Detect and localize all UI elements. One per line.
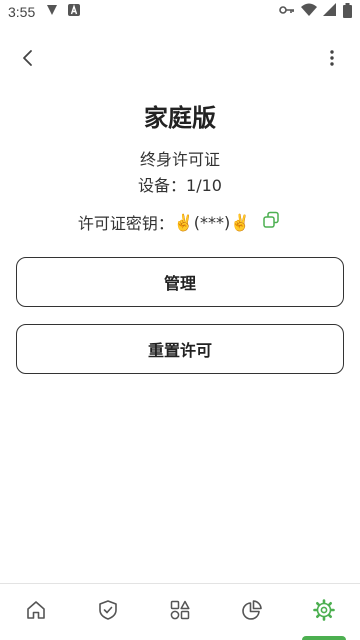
status-bar: 3:55 <box>0 0 360 24</box>
a-letter-icon <box>67 3 81 21</box>
home-icon <box>25 599 47 625</box>
signal-icon <box>323 3 337 21</box>
shapes-icon <box>169 599 191 625</box>
bottom-navigation <box>0 583 360 640</box>
nav-apps[interactable] <box>144 584 216 640</box>
nav-statistics[interactable] <box>216 584 288 640</box>
plan-title: 家庭版 <box>144 104 216 132</box>
nav-protection[interactable] <box>72 584 144 640</box>
settings-icon <box>312 598 336 626</box>
devices-value: 1/10 <box>186 176 222 195</box>
top-app-bar <box>0 40 360 80</box>
devices-info: 设备：1/10 <box>0 172 360 196</box>
key-icon <box>279 4 295 20</box>
shield-icon <box>45 3 59 21</box>
shield-check-icon <box>97 599 119 625</box>
reset-license-button[interactable]: 重置许可 <box>16 324 344 374</box>
license-key-value: ✌️(***)✌️ <box>173 212 251 232</box>
pie-chart-icon <box>241 599 263 625</box>
license-key-row: 许可证密钥： ✌️(***)✌️ <box>0 210 360 234</box>
license-type: 终身许可证 <box>139 150 220 169</box>
nav-home[interactable] <box>0 584 72 640</box>
manage-button[interactable]: 管理 <box>16 257 344 307</box>
devices-label: 设备： <box>138 176 187 195</box>
battery-icon <box>343 2 352 22</box>
status-time: 3:55 <box>8 4 36 20</box>
copy-icon <box>262 211 280 233</box>
more-options-button[interactable] <box>318 46 346 74</box>
more-vert-icon <box>329 49 335 71</box>
chevron-left-icon <box>21 49 35 71</box>
wifi-icon <box>301 3 317 21</box>
active-tab-indicator <box>302 636 346 640</box>
nav-settings[interactable] <box>288 584 360 640</box>
license-key-label: 许可证密钥： <box>77 214 174 233</box>
copy-license-button[interactable] <box>260 211 282 233</box>
back-button[interactable] <box>14 46 42 74</box>
